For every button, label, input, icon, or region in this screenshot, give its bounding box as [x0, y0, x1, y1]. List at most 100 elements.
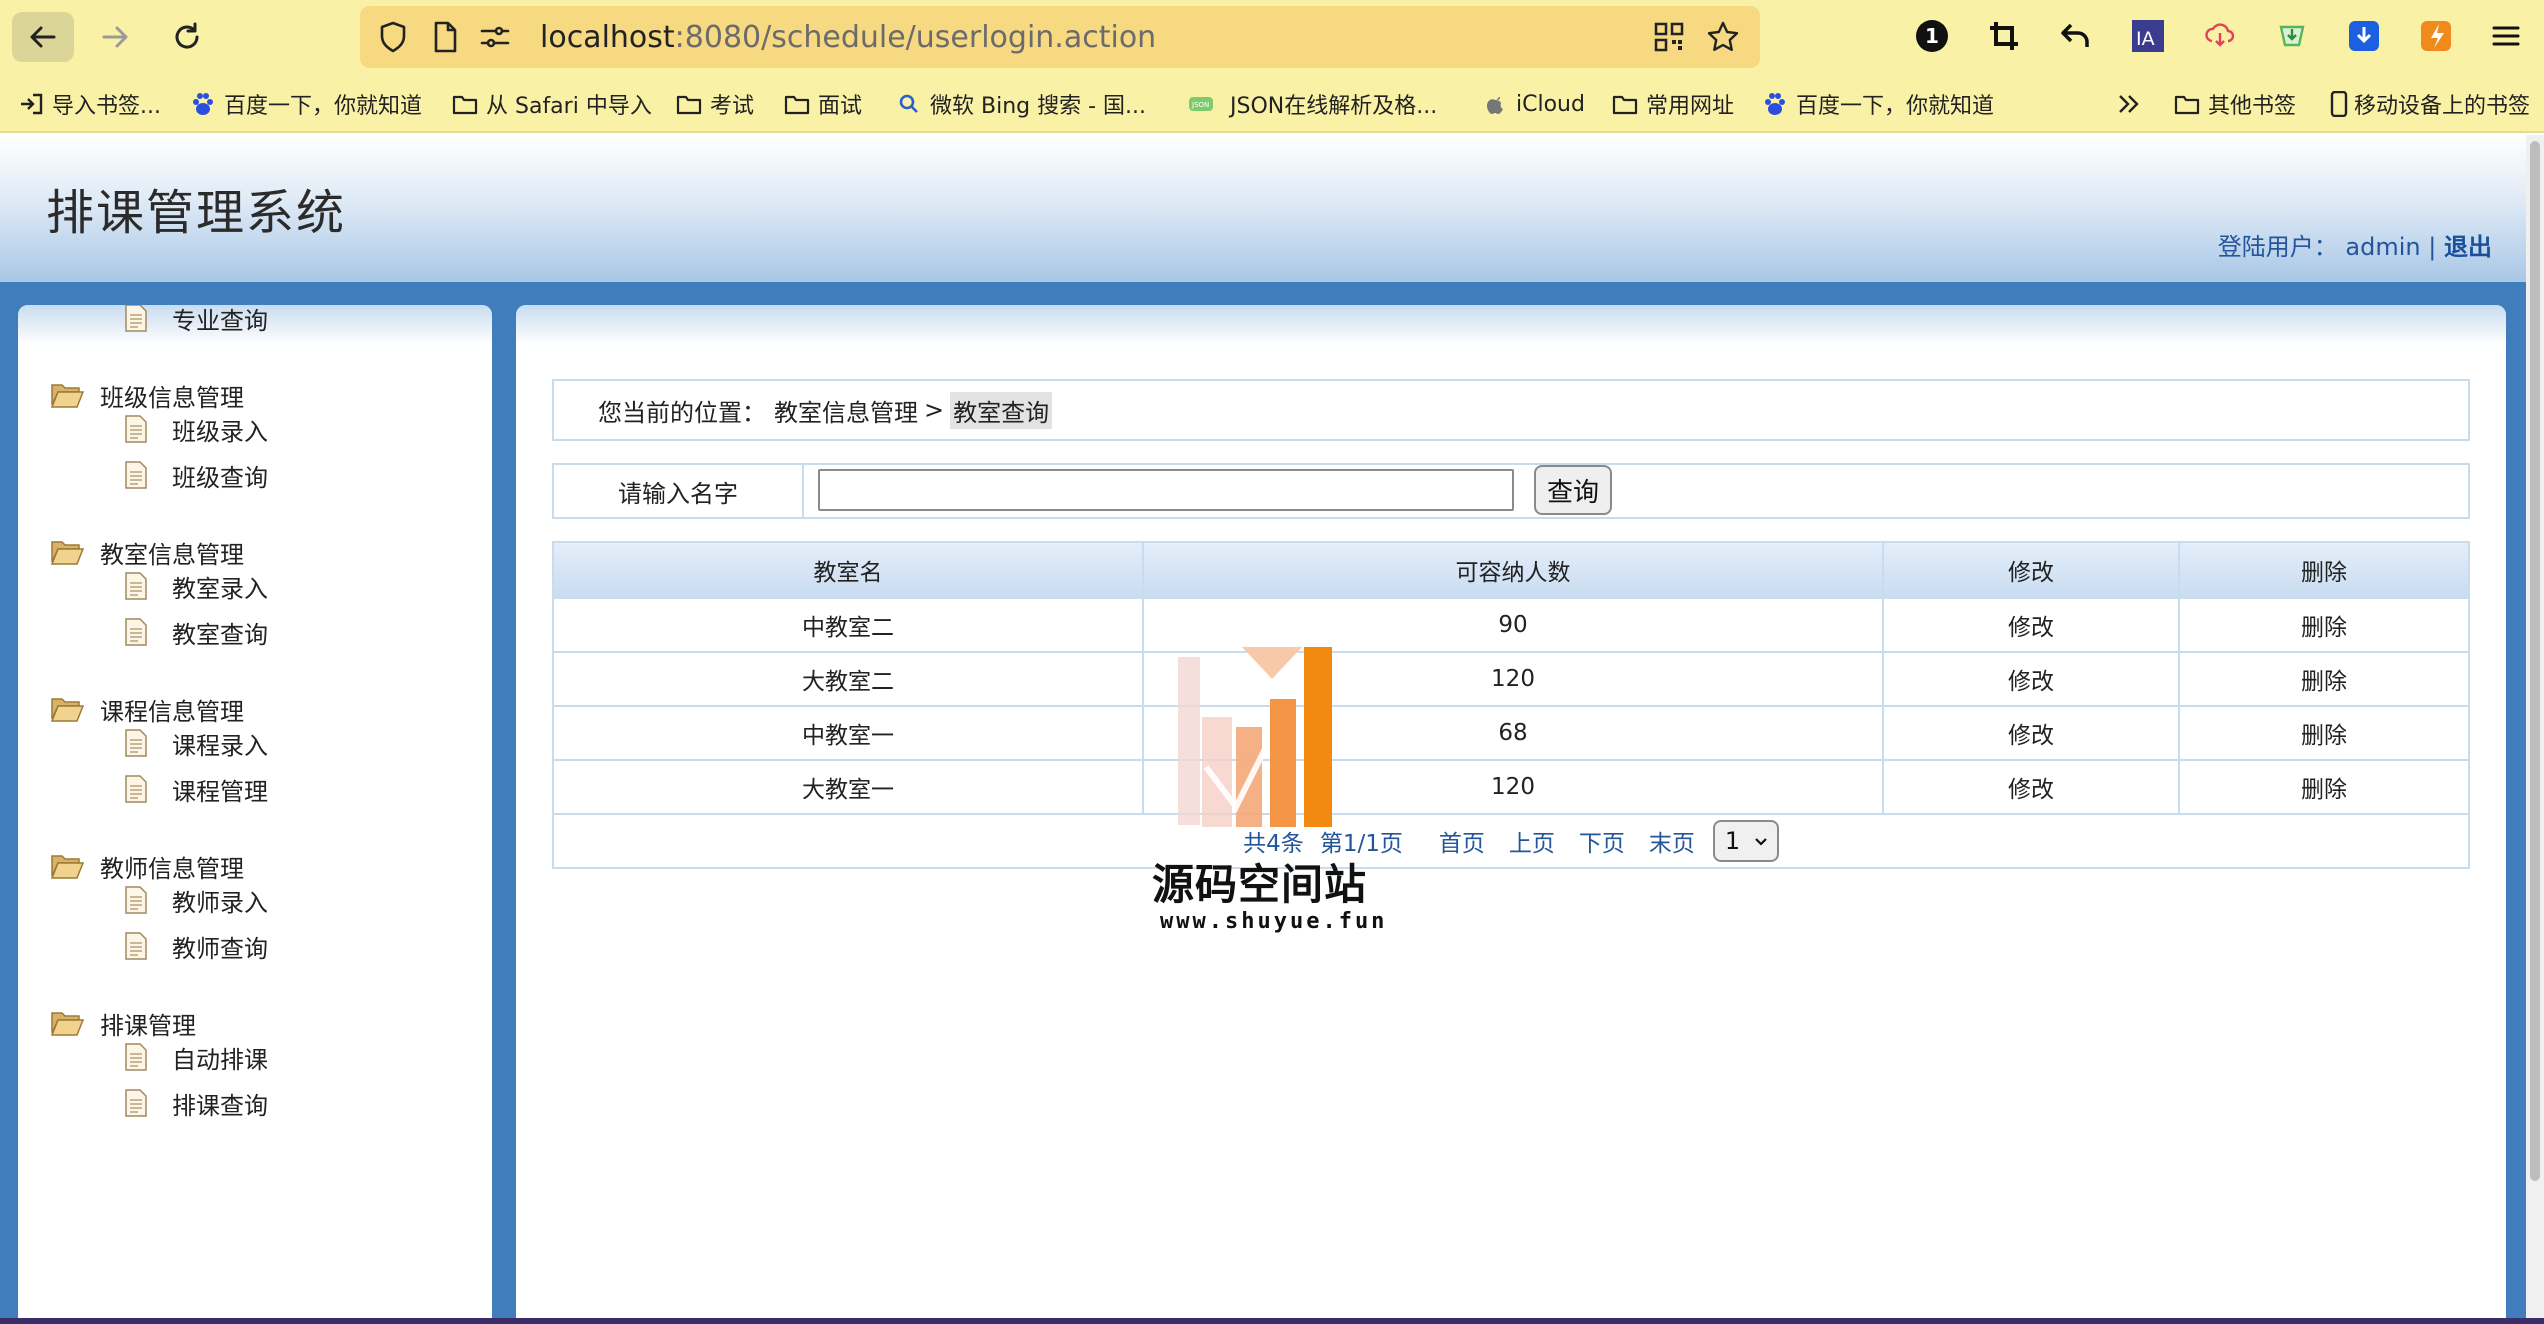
document-icon [125, 729, 147, 757]
app-title: 排课管理系统 [46, 185, 347, 241]
edit-link[interactable]: 修改 [1882, 759, 2180, 815]
pager-last-link[interactable]: 末页 [1649, 824, 1695, 858]
cell-capacity: 120 [1142, 651, 1884, 707]
pager-next-link[interactable]: 下页 [1579, 824, 1625, 858]
column-header-capacity: 可容纳人数 [1142, 541, 1884, 599]
sidebar-item-2-0[interactable]: 教室录入 [124, 566, 268, 606]
bookmark-other[interactable]: 其他书签 [2174, 85, 2296, 123]
delete-link[interactable]: 删除 [2178, 651, 2470, 707]
sidebar-item-label: 课程录入 [172, 731, 268, 760]
document-icon [125, 1043, 147, 1071]
bookmark-common-sites[interactable]: 常用网址 [1612, 85, 1734, 123]
bookmark-bing[interactable]: 微软 Bing 搜索 - 国... [896, 85, 1146, 123]
qr-code-icon[interactable] [1652, 20, 1686, 54]
bookmark-label: iCloud [1516, 91, 1585, 117]
sidebar-item-5-0[interactable]: 自动排课 [124, 1037, 268, 1077]
sidebar-item-5-1[interactable]: 排课查询 [124, 1083, 268, 1123]
cell-capacity: 120 [1142, 759, 1884, 815]
apple-icon [1487, 97, 1503, 114]
reload-button[interactable] [156, 12, 218, 62]
sidebar-item-2-1[interactable]: 教室查询 [124, 612, 268, 652]
search-input[interactable] [818, 469, 1514, 511]
edit-link[interactable]: 修改 [1882, 597, 2180, 653]
intellij-icon[interactable]: IA [2128, 16, 2168, 56]
sidebar-group-label: 教室信息管理 [100, 540, 244, 569]
search-icon [899, 94, 918, 113]
bookmark-baidu[interactable]: 百度一下，你就知道 [190, 85, 422, 123]
sidebar-item-3-0[interactable]: 课程录入 [124, 723, 268, 763]
sidebar-item-1-1[interactable]: 班级查询 [124, 455, 268, 495]
menu-icon[interactable] [2486, 16, 2526, 56]
bookmark-mobile[interactable]: 移动设备上的书签 [2326, 85, 2530, 123]
search-button[interactable]: 查询 [1534, 465, 1612, 515]
download-helper-icon[interactable] [2272, 16, 2312, 56]
bookmark-exam[interactable]: 考试 [676, 85, 754, 123]
main-panel: 您当前的位置： 教室信息管理 > 教室查询 请输入名字 查询 教室名 可容纳人数… [516, 305, 2506, 1324]
back-button[interactable] [12, 12, 74, 62]
address-bar[interactable]: localhost:8080/schedule/userlogin.action [360, 6, 1760, 68]
bookmark-import[interactable]: 导入书签... [18, 85, 161, 123]
flash-extension-icon[interactable] [2416, 16, 2456, 56]
delete-link[interactable]: 删除 [2178, 705, 2470, 761]
url-text[interactable]: localhost:8080/schedule/userlogin.action [540, 20, 1156, 55]
pager-prev-link[interactable]: 上页 [1509, 824, 1555, 858]
sidebar-item-3-1[interactable]: 课程管理 [124, 769, 268, 809]
star-icon[interactable] [1706, 20, 1740, 54]
undo-icon[interactable] [2056, 16, 2096, 56]
cloud-download-icon[interactable] [2200, 16, 2240, 56]
pager-first-link[interactable]: 首页 [1439, 824, 1485, 858]
forward-button[interactable] [84, 12, 146, 62]
sidebar-item-4-1[interactable]: 教师查询 [124, 926, 268, 966]
document-icon [125, 775, 147, 803]
chevron-down-icon [1755, 838, 1767, 846]
page-select[interactable]: 1 [1712, 820, 1779, 862]
breadcrumb-prefix: 您当前的位置： [598, 398, 766, 427]
reload-icon [175, 22, 199, 49]
delete-link[interactable]: 删除 [2178, 597, 2470, 653]
scrollbar[interactable] [2526, 135, 2544, 1324]
edit-link[interactable]: 修改 [1882, 705, 2180, 761]
bookmark-json[interactable]: JSON JSON在线解析及格... [1188, 85, 1437, 123]
page-icon[interactable] [428, 20, 462, 54]
sidebar-item-label: 课程管理 [172, 777, 268, 806]
arrow-left-icon [30, 26, 56, 48]
json-icon: JSON [1189, 97, 1213, 111]
bookmark-safari-import[interactable]: 从 Safari 中导入 [452, 85, 652, 123]
extension-badge-icon[interactable]: 1 [1912, 16, 1952, 56]
search-label: 请输入名字 [554, 465, 804, 517]
delete-link[interactable]: 删除 [2178, 759, 2470, 815]
sidebar-group-label: 排课管理 [100, 1011, 196, 1040]
download-icon[interactable] [2344, 16, 2384, 56]
sidebar-item-4-0[interactable]: 教师录入 [124, 880, 268, 920]
sidebar-item-label: 班级录入 [172, 417, 268, 446]
extension-badge-count: 1 [1925, 24, 1939, 48]
bookmark-baidu-2[interactable]: 百度一下，你就知道 [1762, 85, 1994, 123]
column-header-edit: 修改 [1882, 541, 2180, 599]
bookmarks-overflow-button[interactable] [2116, 85, 2142, 123]
app-header: 排课管理系统 登陆用户： admin | 退出 [0, 135, 2526, 282]
sidebar-item-label: 班级查询 [172, 463, 268, 492]
bookmark-icloud[interactable]: iCloud [1482, 85, 1585, 123]
arrow-right-icon [102, 26, 128, 48]
folder-open-icon [50, 855, 84, 879]
folder-icon [1612, 95, 1638, 115]
folder-open-icon [50, 1012, 84, 1036]
crop-icon[interactable] [1984, 16, 2024, 56]
cell-capacity: 90 [1142, 597, 1884, 653]
sidebar-item-label: 教室查询 [172, 620, 268, 649]
scrollbar-thumb[interactable] [2530, 141, 2540, 1181]
edit-link[interactable]: 修改 [1882, 651, 2180, 707]
sidebar-group-label: 教师信息管理 [100, 854, 244, 883]
bookmark-interview[interactable]: 面试 [784, 85, 862, 123]
logout-link[interactable]: 退出 [2444, 233, 2492, 261]
sidebar-item-label: 教师查询 [172, 934, 268, 963]
app-frame: 排课管理系统 登陆用户： admin | 退出 专业信息管理专业录入专业查询班级… [0, 135, 2526, 1324]
sidebar-item-0-1[interactable]: 专业查询 [124, 305, 268, 338]
sidebar-item-1-0[interactable]: 班级录入 [124, 409, 268, 449]
classroom-table: 教室名 可容纳人数 修改 删除 中教室二 90 修改 删除 大教室二 120 修改 删除 中教室… [552, 541, 2470, 869]
pager-total: 共4条 [1243, 831, 1304, 857]
shield-icon[interactable] [376, 20, 410, 54]
permissions-icon[interactable] [478, 20, 512, 54]
username: admin [2345, 233, 2421, 261]
login-label: 登陆用户： [2217, 233, 2338, 261]
